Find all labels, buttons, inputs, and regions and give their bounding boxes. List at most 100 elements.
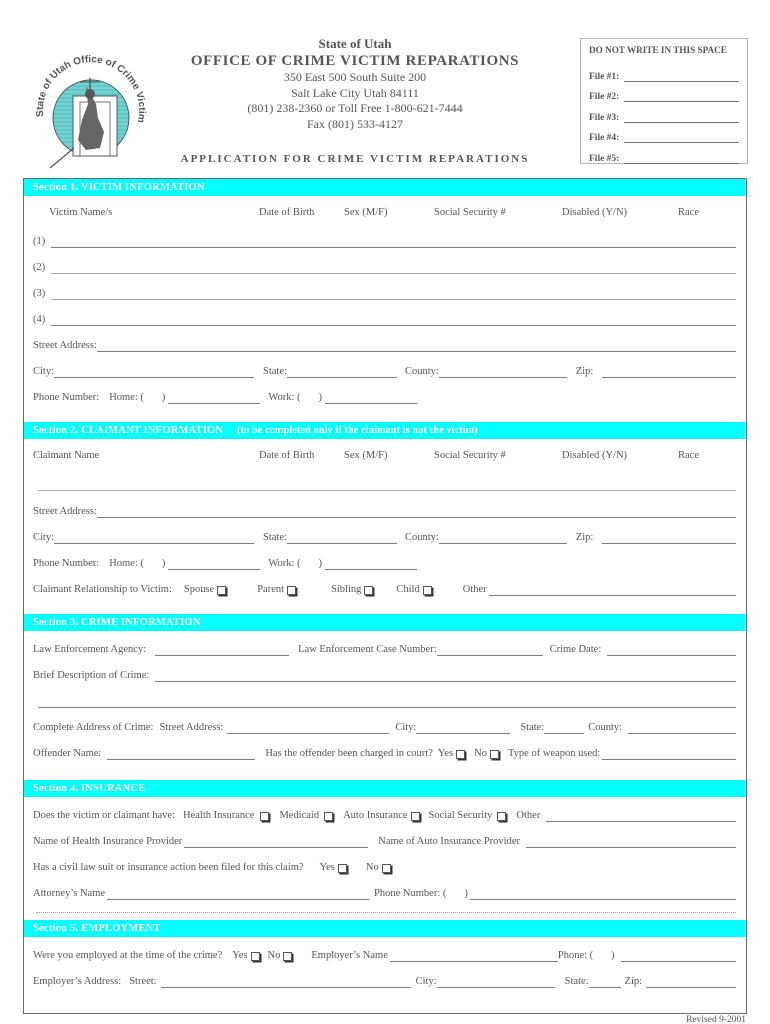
health-provider-field[interactable]: [184, 838, 369, 848]
file-1-field[interactable]: [624, 71, 739, 82]
employer-phone-label: Phone: (: [557, 950, 594, 961]
weapon-field[interactable]: [602, 750, 736, 760]
col-sex: Sex (M/F): [344, 450, 388, 461]
victim-2-field[interactable]: [51, 264, 736, 274]
spouse-checkbox[interactable]: [217, 586, 227, 595]
employer-address-label: Employer’s Address:: [33, 976, 122, 987]
victim-state-field[interactable]: [286, 368, 397, 378]
case-number-field[interactable]: [436, 646, 543, 656]
parent-checkbox[interactable]: [287, 586, 297, 595]
victim-street-field[interactable]: [96, 342, 736, 352]
weapon-label: Type of weapon used:: [508, 748, 601, 759]
section-2-title: Section 2. CLAIMANT INFORMATION: [33, 425, 224, 436]
paren: ): [611, 950, 615, 961]
social-security-checkbox[interactable]: [497, 812, 507, 821]
child-checkbox[interactable]: [422, 586, 432, 595]
claimant-zip-field[interactable]: [602, 534, 736, 544]
section-5-title: Section 5. EMPLOYMENT: [33, 923, 161, 934]
attorney-phone-field[interactable]: [469, 890, 736, 900]
auto-provider-label: Name of Auto Insurance Provider: [378, 836, 520, 847]
work-label: Work: (: [268, 392, 301, 403]
employer-city-field[interactable]: [436, 978, 555, 988]
revision-date: Revised 9-2001: [686, 1015, 746, 1024]
phone-label: Phone Number:: [33, 392, 100, 403]
city-label: City:: [395, 722, 417, 733]
victim-work-phone-field[interactable]: [325, 394, 418, 404]
street-label: Street Address:: [33, 340, 97, 351]
auto-insurance-checkbox[interactable]: [410, 812, 420, 821]
description-label: Brief Description of Crime:: [33, 670, 150, 681]
file-3-field[interactable]: [624, 112, 739, 123]
paren: ): [161, 392, 166, 403]
victim-1-field[interactable]: [51, 238, 736, 248]
charged-no-checkbox[interactable]: [490, 750, 499, 759]
file-5-row: File #5:: [589, 143, 739, 164]
victim-county-field[interactable]: [438, 368, 567, 378]
employer-phone-field[interactable]: [620, 952, 736, 962]
victim-3-field[interactable]: [51, 290, 736, 300]
file-4-field[interactable]: [624, 132, 739, 143]
claimant-name-field[interactable]: [38, 481, 736, 491]
section-4-title: Section 4. INSURANCE: [33, 783, 146, 794]
agency-field[interactable]: [155, 646, 290, 656]
victim-4-field[interactable]: [51, 316, 736, 326]
charged-yes-checkbox[interactable]: [456, 750, 466, 759]
claimant-phone-row: Phone Number: Home: ( ) Work: ( ): [33, 556, 736, 570]
lawsuit-no-checkbox[interactable]: [381, 864, 391, 873]
claimant-work-phone-field[interactable]: [325, 560, 418, 570]
paren: ): [318, 392, 323, 403]
employed-yes-checkbox[interactable]: [250, 952, 260, 961]
claimant-city-field[interactable]: [54, 534, 255, 544]
claimant-street-field[interactable]: [96, 508, 736, 518]
sibling-label: Sibling: [331, 584, 362, 595]
crime-state-field[interactable]: [544, 724, 585, 734]
employer-street-field[interactable]: [160, 978, 411, 988]
medicaid-checkbox[interactable]: [324, 812, 334, 821]
claimant-street-row: Street Address:: [33, 504, 736, 518]
crime-street-field[interactable]: [227, 724, 390, 734]
file-2-field[interactable]: [624, 91, 739, 102]
agency-header: State of Utah OFFICE OF CRIME VICTIM REP…: [160, 36, 550, 132]
description-field[interactable]: [155, 672, 736, 682]
attorney-field[interactable]: [107, 890, 370, 900]
insurance-types-row: Does the victim or claimant have: Health…: [33, 808, 736, 822]
claimant-state-field[interactable]: [286, 534, 397, 544]
sibling-checkbox[interactable]: [364, 586, 374, 595]
claimant-county-field[interactable]: [438, 534, 567, 544]
crime-county-field[interactable]: [628, 724, 736, 734]
lawsuit-yes-checkbox[interactable]: [337, 864, 347, 873]
victim-home-phone-field[interactable]: [168, 394, 261, 404]
employer-state-field[interactable]: [588, 978, 621, 988]
fax-line: Fax (801) 533-4127: [307, 116, 403, 131]
section-5-header: Section 5. EMPLOYMENT: [24, 920, 745, 937]
row-number: (2): [33, 262, 46, 273]
lawsuit-yes-label: Yes: [319, 862, 335, 873]
file-5-field[interactable]: [624, 153, 739, 164]
health-insurance-checkbox[interactable]: [260, 812, 270, 821]
relationship-other-field[interactable]: [488, 586, 736, 596]
crime-city-field[interactable]: [416, 724, 511, 734]
employer-name-field[interactable]: [389, 952, 558, 962]
claimant-home-phone-field[interactable]: [168, 560, 261, 570]
section-2-subtitle: (to be completed only if the claimant is…: [237, 425, 478, 436]
victim-zip-field[interactable]: [602, 368, 736, 378]
paren: ): [161, 558, 166, 569]
offender-field[interactable]: [107, 750, 256, 760]
insurance-other-field[interactable]: [546, 812, 736, 822]
agency-label: Law Enforcement Agency:: [33, 644, 147, 655]
description-field-2[interactable]: [38, 698, 736, 708]
state-seal-logo: State of Utah Office of Crime Victim Rep…: [26, 38, 147, 169]
victim-city-field[interactable]: [54, 368, 255, 378]
employed-no-checkbox[interactable]: [283, 952, 293, 961]
state-label: State:: [263, 532, 287, 543]
section-3-title: Section 3. CRIME INFORMATION: [33, 617, 201, 628]
crime-date-field[interactable]: [607, 646, 736, 656]
offender-row: Offender Name: Has the offender been cha…: [33, 746, 736, 760]
auto-provider-field[interactable]: [526, 838, 736, 848]
state-label: State:: [564, 976, 589, 987]
parent-label: Parent: [257, 584, 285, 595]
state-label: State:: [263, 366, 287, 377]
file-4-label: File #4:: [589, 133, 620, 143]
employer-zip-field[interactable]: [646, 978, 736, 988]
row-number: (3): [33, 288, 46, 299]
